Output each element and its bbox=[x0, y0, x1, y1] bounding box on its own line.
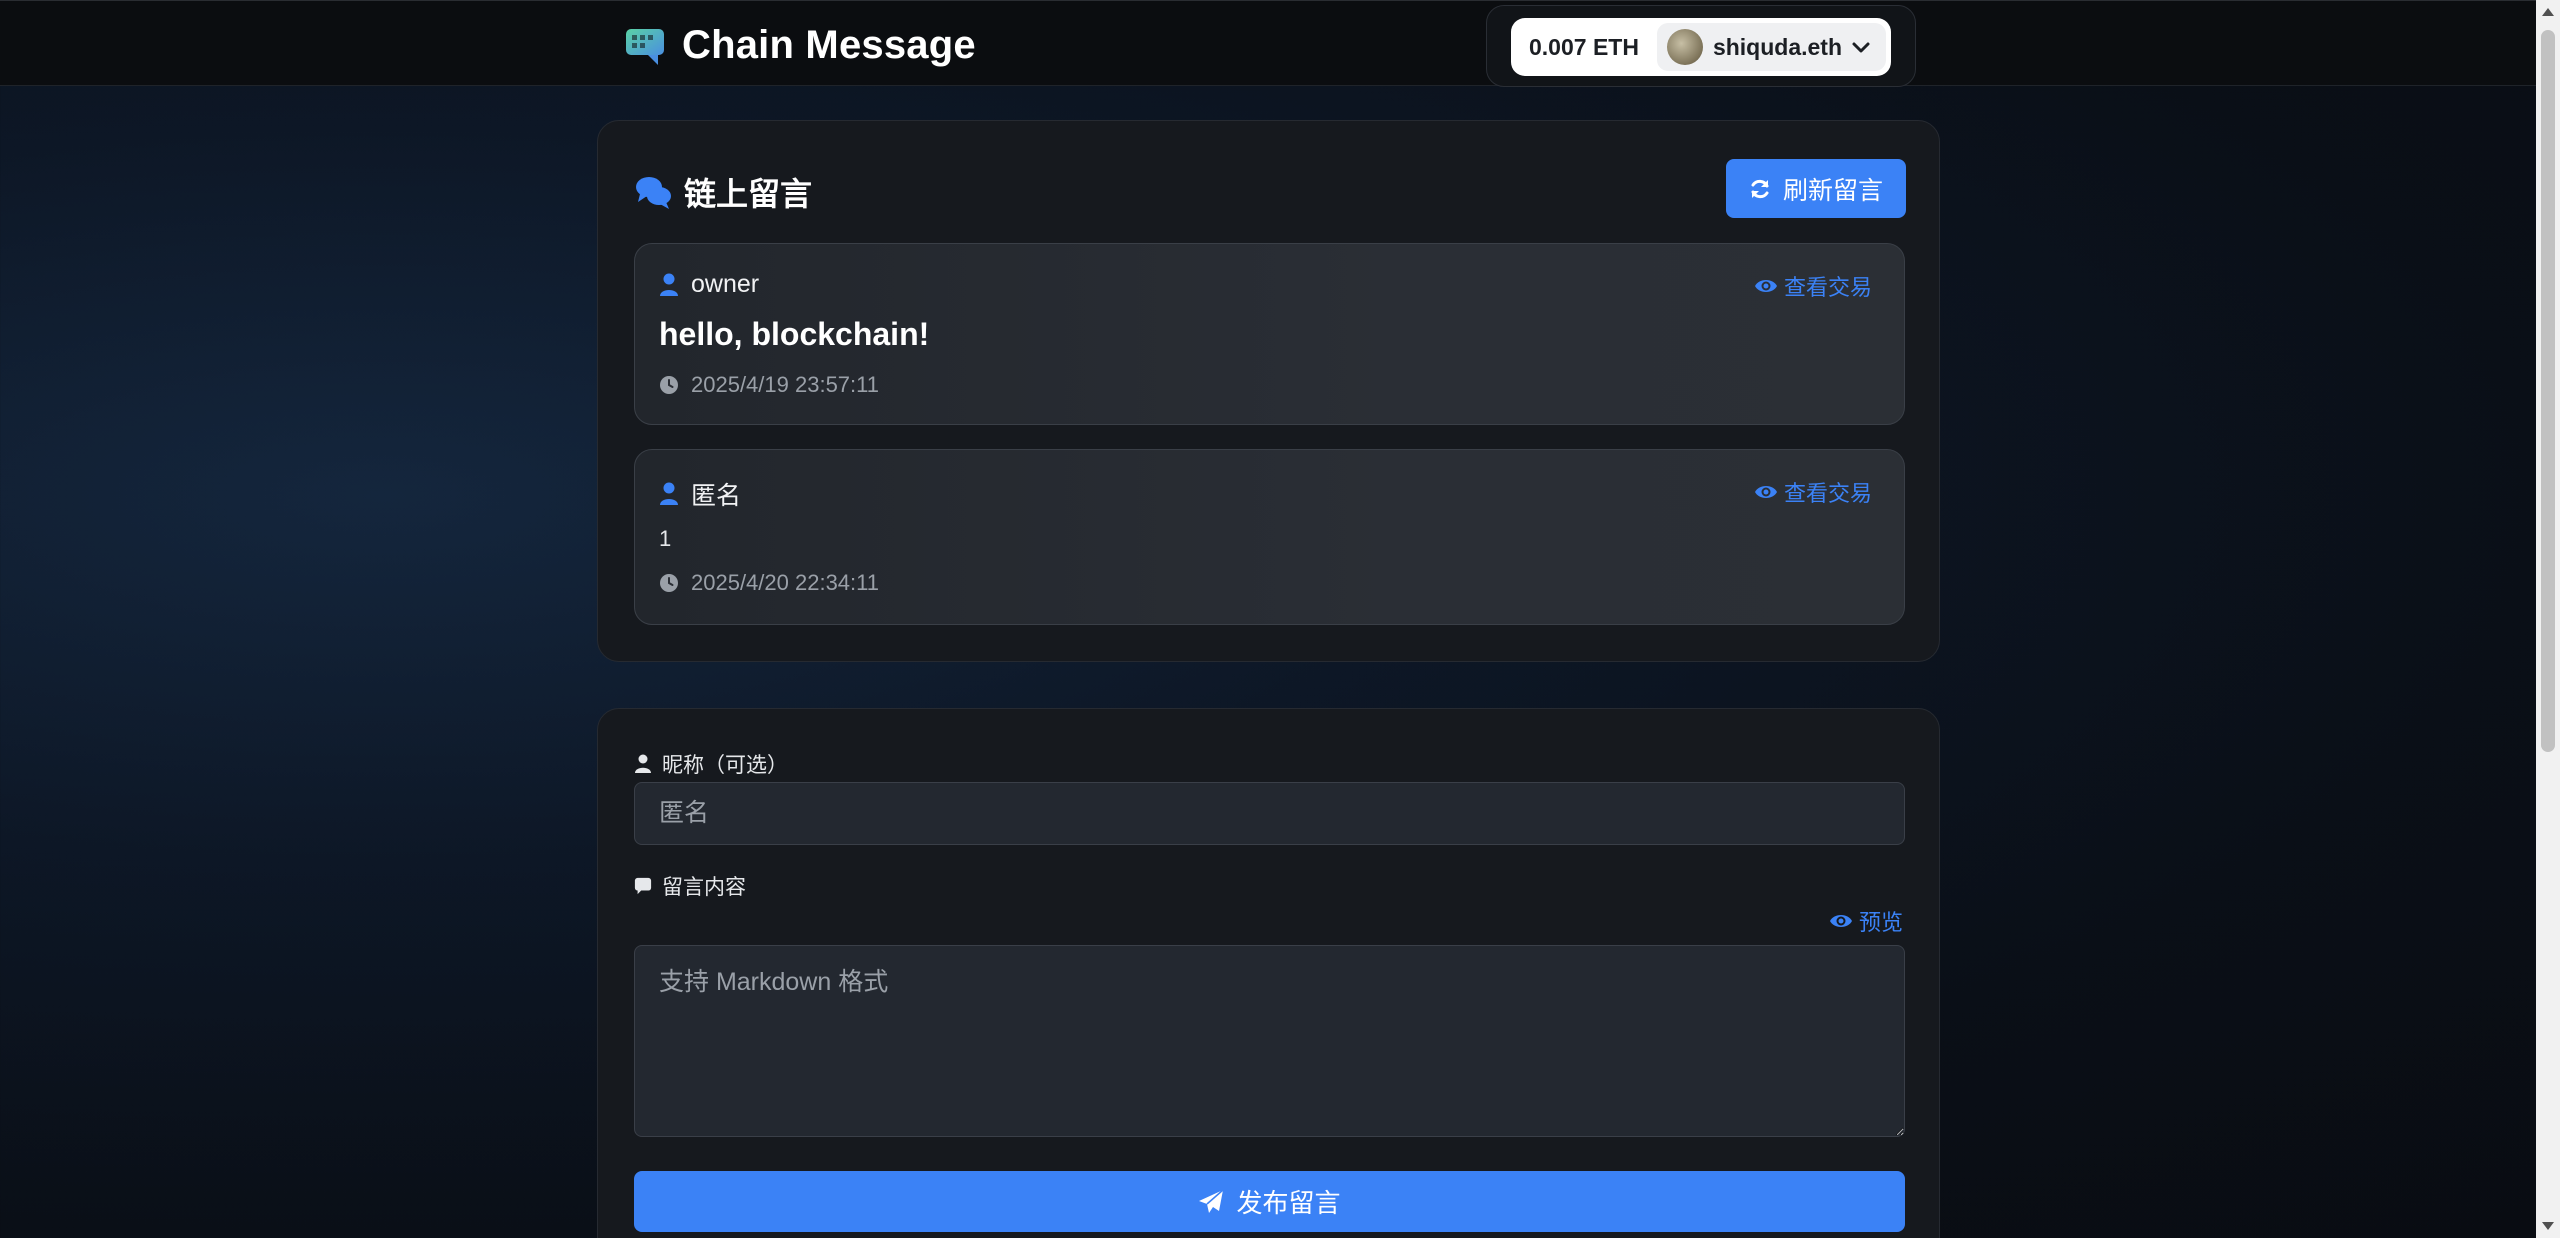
message-timestamp: 2025/4/19 23:57:11 bbox=[659, 372, 879, 398]
refresh-label: 刷新留言 bbox=[1782, 176, 1883, 205]
scroll-up-arrow[interactable] bbox=[2542, 8, 2554, 16]
message-content-textarea[interactable] bbox=[634, 945, 1905, 1137]
view-transaction-link[interactable]: 查看交易 bbox=[1754, 270, 1872, 302]
account-button[interactable]: shiquda.eth bbox=[1656, 23, 1886, 71]
message-author: owner bbox=[659, 270, 759, 299]
message-content: hello, blockchain! bbox=[659, 316, 930, 352]
user-icon bbox=[660, 482, 678, 505]
comment-icon bbox=[634, 877, 652, 895]
preview-toggle[interactable]: 预览 bbox=[1829, 905, 1903, 937]
user-icon bbox=[635, 754, 651, 773]
view-transaction-label: 查看交易 bbox=[1783, 481, 1872, 506]
author-name: owner bbox=[691, 270, 760, 298]
brand-title: Chain Message bbox=[682, 23, 976, 67]
chevron-down-icon bbox=[1852, 42, 1870, 53]
content-label: 留言内容 bbox=[634, 871, 746, 901]
refresh-messages-button[interactable]: 刷新留言 bbox=[1726, 159, 1906, 218]
nickname-input[interactable] bbox=[634, 782, 1905, 845]
message-timestamp: 2025/4/20 22:34:11 bbox=[659, 570, 879, 596]
messages-header: 链上留言 bbox=[634, 169, 812, 215]
page-scrollbar[interactable] bbox=[2536, 0, 2560, 1238]
clock-icon bbox=[660, 574, 678, 592]
message-card: owner 查看交易 hello, blockchain! 2025/4/19 … bbox=[634, 243, 1905, 425]
message-content: 1 bbox=[659, 526, 672, 551]
avatar bbox=[1666, 29, 1703, 65]
message-card: 匿名 查看交易 1 2025/4/20 22:34:11 bbox=[634, 449, 1905, 625]
publish-message-button[interactable]: 发布留言 bbox=[634, 1171, 1905, 1232]
message-author: 匿名 bbox=[659, 476, 741, 512]
timestamp-text: 2025/4/20 22:34:11 bbox=[691, 570, 879, 595]
wallet-button[interactable]: 0.007 ETH shiquda.eth bbox=[1511, 18, 1891, 76]
refresh-icon bbox=[1751, 179, 1769, 198]
messages-title: 链上留言 bbox=[684, 176, 813, 212]
eye-icon bbox=[1754, 280, 1777, 292]
timestamp-text: 2025/4/19 23:57:11 bbox=[691, 372, 879, 397]
wallet-balance: 0.007 ETH bbox=[1529, 33, 1639, 60]
scroll-down-arrow[interactable] bbox=[2542, 1222, 2554, 1230]
post-message-panel: 昵称（可选） 留言内容 预览 发布留言 bbox=[597, 708, 1940, 1238]
nickname-label-text: 昵称（可选） bbox=[662, 754, 788, 777]
publish-label: 发布留言 bbox=[1236, 1188, 1341, 1218]
account-name: shiquda.eth bbox=[1712, 33, 1843, 60]
preview-label: 预览 bbox=[1858, 910, 1903, 935]
eye-icon bbox=[1829, 915, 1852, 927]
messages-panel: 链上留言 刷新留言 owner 查看交易 hello, blockchain! … bbox=[597, 120, 1940, 662]
content-label-text: 留言内容 bbox=[662, 876, 746, 899]
eye-icon bbox=[1754, 486, 1777, 498]
comments-icon bbox=[636, 177, 671, 209]
author-name: 匿名 bbox=[691, 482, 742, 510]
paper-plane-icon bbox=[1199, 1188, 1224, 1213]
top-navbar: Chain Message 0.007 ETH shiquda.eth bbox=[0, 0, 2536, 87]
nickname-label: 昵称（可选） bbox=[634, 749, 788, 779]
user-icon bbox=[660, 273, 678, 296]
scrollbar-thumb[interactable] bbox=[2541, 30, 2555, 752]
chat-bubbles-icon bbox=[626, 28, 664, 65]
brand[interactable]: Chain Message bbox=[624, 23, 976, 68]
view-transaction-link[interactable]: 查看交易 bbox=[1754, 476, 1872, 508]
view-transaction-label: 查看交易 bbox=[1783, 275, 1872, 300]
clock-icon bbox=[660, 376, 678, 394]
wallet-widget: 0.007 ETH shiquda.eth bbox=[1486, 5, 1916, 87]
